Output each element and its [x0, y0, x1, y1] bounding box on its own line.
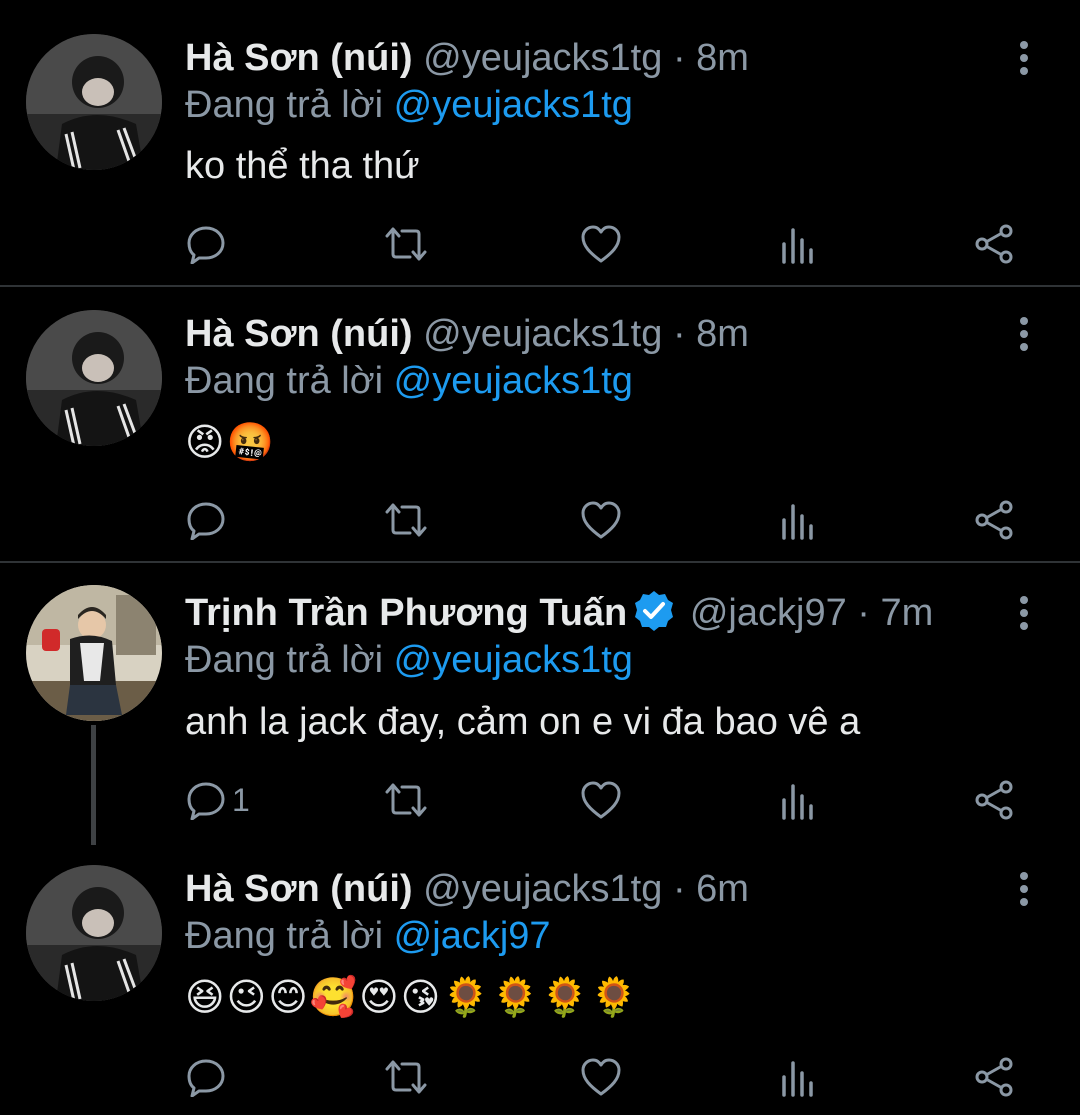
tweet-actions — [0, 495, 1080, 545]
tweet-1[interactable]: Hà Sơn (núi) @yeujacks1tg · 8m Đang trả … — [0, 0, 1080, 283]
analytics-button[interactable] — [781, 775, 815, 825]
author-handle[interactable]: @yeujacks1tg — [423, 868, 662, 910]
heart-icon — [580, 780, 622, 820]
tweet-text: 😆😉😊🥰😍😘🌻🌻🌻🌻 — [185, 977, 640, 1019]
tweet-actions — [0, 1052, 1080, 1102]
timestamp[interactable]: 6m — [696, 868, 749, 910]
replying-to-line: Đang trả lời @yeujacks1tg — [185, 82, 633, 128]
share-button[interactable] — [974, 1052, 1014, 1102]
tweet-2[interactable]: Hà Sơn (núi) @yeujacks1tg · 8m Đang trả … — [0, 287, 1080, 559]
share-button[interactable] — [974, 775, 1014, 825]
analytics-button[interactable] — [781, 219, 815, 269]
retweet-icon — [384, 780, 428, 820]
replying-to-line: Đang trả lời @jackj97 — [185, 913, 551, 959]
separator-dot: · — [857, 592, 870, 634]
author-handle[interactable]: @yeujacks1tg — [423, 37, 662, 79]
share-icon — [974, 224, 1014, 264]
like-button[interactable] — [580, 775, 622, 825]
tweet-actions: 1 — [0, 775, 1080, 825]
heart-icon — [580, 1057, 622, 1097]
reply-icon — [186, 780, 226, 820]
replying-to-handle[interactable]: @yeujacks1tg — [394, 84, 633, 126]
replying-to-line: Đang trả lời @yeujacks1tg — [185, 358, 633, 404]
like-button[interactable] — [580, 1052, 622, 1102]
reply-button[interactable] — [186, 495, 232, 545]
separator-dot: · — [672, 868, 686, 910]
retweet-icon — [384, 500, 428, 540]
share-icon — [974, 780, 1014, 820]
avatar[interactable] — [26, 865, 162, 1001]
retweet-button[interactable] — [384, 219, 428, 269]
separator-dot: · — [672, 313, 686, 355]
author-name[interactable]: Hà Sơn (núi) — [185, 313, 413, 355]
retweet-button[interactable] — [384, 775, 428, 825]
like-button[interactable] — [580, 219, 622, 269]
separator-dot: · — [672, 37, 686, 79]
more-vertical-icon[interactable] — [1008, 590, 1040, 636]
analytics-icon — [781, 224, 815, 264]
replying-to-handle[interactable]: @jackj97 — [394, 915, 551, 957]
analytics-icon — [781, 500, 815, 540]
author-handle[interactable]: @yeujacks1tg — [423, 313, 662, 355]
author-name[interactable]: Trịnh Trần Phương Tuấn — [185, 592, 627, 634]
replying-to-line: Đang trả lời @yeujacks1tg — [185, 637, 633, 683]
tweet-text: ko thể tha thứ — [185, 145, 420, 187]
tweet-header: Hà Sơn (núi) @yeujacks1tg · 8m — [185, 311, 749, 357]
reply-icon — [186, 500, 226, 540]
author-handle[interactable]: @jackj97 — [690, 592, 847, 634]
author-name[interactable]: Hà Sơn (núi) — [185, 868, 413, 910]
like-button[interactable] — [580, 495, 622, 545]
retweet-button[interactable] — [384, 1052, 428, 1102]
replying-to-label: Đang trả lời — [185, 639, 384, 681]
analytics-icon — [781, 1057, 815, 1097]
reply-count: 1 — [232, 781, 250, 818]
retweet-button[interactable] — [384, 495, 428, 545]
reply-icon — [186, 1057, 226, 1097]
timestamp[interactable]: 8m — [696, 37, 749, 79]
replying-to-label: Đang trả lời — [185, 360, 384, 402]
timestamp[interactable]: 8m — [696, 313, 749, 355]
share-button[interactable] — [974, 219, 1014, 269]
reply-icon — [186, 224, 226, 264]
tweet-actions — [0, 219, 1080, 269]
retweet-icon — [384, 1057, 428, 1097]
heart-icon — [580, 224, 622, 264]
tweet-text: 😡🤬 — [185, 422, 276, 464]
replying-to-label: Đang trả lời — [185, 915, 384, 957]
author-name[interactable]: Hà Sơn (núi) — [185, 37, 413, 79]
reply-button[interactable] — [186, 1052, 232, 1102]
tweet-header: Hà Sơn (núi) @yeujacks1tg · 8m — [185, 35, 749, 81]
analytics-button[interactable] — [781, 1052, 815, 1102]
share-icon — [974, 500, 1014, 540]
retweet-icon — [384, 224, 428, 264]
verified-badge-icon — [633, 590, 675, 643]
replying-to-handle[interactable]: @yeujacks1tg — [394, 360, 633, 402]
tweet-3[interactable]: Trịnh Trần Phương Tuấn @jackj97 · 7m Đan… — [0, 563, 1080, 845]
reply-button[interactable] — [186, 219, 232, 269]
heart-icon — [580, 500, 622, 540]
avatar[interactable] — [26, 34, 162, 170]
more-vertical-icon[interactable] — [1008, 35, 1040, 81]
timestamp[interactable]: 7m — [881, 592, 934, 634]
share-button[interactable] — [974, 495, 1014, 545]
replying-to-handle[interactable]: @yeujacks1tg — [394, 639, 633, 681]
avatar[interactable] — [26, 585, 162, 721]
reply-button[interactable]: 1 — [186, 775, 250, 825]
replying-to-label: Đang trả lời — [185, 84, 384, 126]
more-vertical-icon[interactable] — [1008, 866, 1040, 912]
tweet-header: Trịnh Trần Phương Tuấn @jackj97 · 7m — [185, 590, 933, 643]
more-vertical-icon[interactable] — [1008, 311, 1040, 357]
share-icon — [974, 1057, 1014, 1097]
tweet-4[interactable]: Hà Sơn (núi) @yeujacks1tg · 6m Đang trả … — [0, 845, 1080, 1115]
tweet-text: anh la jack đay, cảm on e vi đa bao vê a — [185, 701, 861, 743]
tweet-header: Hà Sơn (núi) @yeujacks1tg · 6m — [185, 866, 749, 912]
analytics-button[interactable] — [781, 495, 815, 545]
analytics-icon — [781, 780, 815, 820]
avatar[interactable] — [26, 310, 162, 446]
